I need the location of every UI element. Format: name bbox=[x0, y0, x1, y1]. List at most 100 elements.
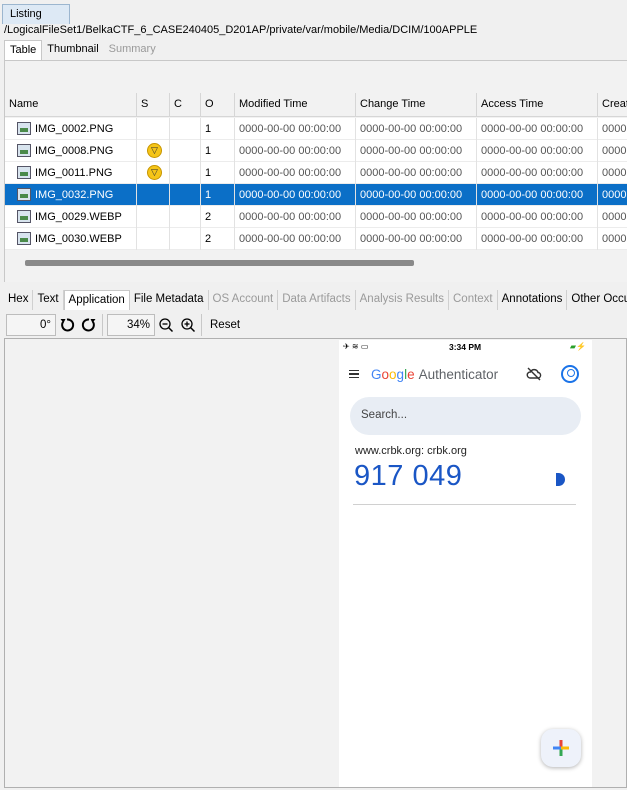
zoom-out-button[interactable] bbox=[155, 314, 177, 336]
cell-access: 0000-00-00 00:00:00 bbox=[477, 140, 598, 162]
view-tabs: Table Thumbnail Summary bbox=[4, 40, 161, 60]
image-file-icon bbox=[17, 122, 31, 135]
cell-s bbox=[137, 228, 170, 250]
image-viewer: ✈ ≋ ▭ 3:34 PM ▰⚡ Google Authenticator Sea… bbox=[4, 338, 627, 788]
cell-s bbox=[137, 184, 170, 206]
horizontal-scrollbar[interactable] bbox=[25, 260, 414, 266]
column-header-access-time[interactable]: Access Time bbox=[477, 93, 598, 117]
signal-wifi-icon: ✈ ≋ ▭ bbox=[343, 342, 369, 351]
zoom-in-button[interactable] bbox=[177, 314, 199, 336]
tab-summary: Summary bbox=[108, 43, 156, 55]
column-header-created[interactable]: Creat bbox=[598, 93, 627, 117]
cell-modified: 0000-00-00 00:00:00 bbox=[235, 184, 356, 206]
table-row-selected[interactable]: IMG_0032.PNG 1 0000-00-00 00:00:00 0000-… bbox=[5, 184, 627, 206]
tab-application[interactable]: Application bbox=[63, 290, 130, 310]
toolbar-divider bbox=[102, 314, 103, 336]
tab-file-metadata[interactable]: File Metadata bbox=[130, 290, 209, 310]
image-file-icon bbox=[17, 166, 31, 179]
image-file-icon bbox=[17, 232, 31, 245]
listing-tab[interactable]: Listing bbox=[2, 4, 70, 24]
cell-created: 0000- bbox=[602, 233, 627, 245]
zoom-out-icon bbox=[159, 318, 174, 333]
table-row[interactable]: IMG_0002.PNG 1 0000-00-00 00:00:00 0000-… bbox=[5, 118, 627, 140]
cell-name: IMG_0029.WEBP bbox=[5, 206, 137, 228]
account-icon bbox=[561, 365, 579, 383]
cell-s bbox=[137, 206, 170, 228]
rotate-left-button[interactable] bbox=[56, 314, 78, 336]
cell-modified: 0000-00-00 00:00:00 bbox=[235, 118, 356, 140]
cell-c bbox=[170, 184, 201, 206]
tab-annotations[interactable]: Annotations bbox=[498, 290, 568, 310]
cell-c bbox=[170, 162, 201, 184]
menu-icon bbox=[349, 370, 359, 378]
cell-created: 0000- bbox=[602, 167, 627, 179]
rotation-field[interactable]: 0° bbox=[6, 314, 56, 336]
column-header-name[interactable]: Name bbox=[5, 93, 137, 117]
cell-modified: 0000-00-00 00:00:00 bbox=[235, 228, 356, 250]
path-breadcrumb: /LogicalFileSet1/BelkaCTF_6_CASE240405_D… bbox=[4, 24, 478, 36]
image-toolbar: 0° 34% Reset bbox=[4, 312, 627, 338]
cell-name: IMG_0030.WEBP bbox=[5, 228, 137, 250]
cell-s: ▽ bbox=[137, 162, 170, 184]
zoom-in-icon bbox=[181, 318, 196, 333]
tab-table[interactable]: Table bbox=[4, 40, 43, 60]
tab-text[interactable]: Text bbox=[33, 290, 64, 310]
cell-created: 0000- bbox=[602, 123, 627, 135]
cell-name: IMG_0008.PNG bbox=[5, 140, 137, 162]
phone-screenshot: ✈ ≋ ▭ 3:34 PM ▰⚡ Google Authenticator Sea… bbox=[339, 340, 592, 787]
toolbar-divider bbox=[201, 314, 202, 336]
rotate-right-button[interactable] bbox=[78, 314, 100, 336]
tag-icon: ▽ bbox=[147, 165, 162, 180]
list-divider bbox=[353, 504, 576, 505]
tab-other-occurrences[interactable]: Other Occurr bbox=[567, 290, 627, 310]
otp-code: 917 049 bbox=[354, 460, 463, 492]
status-bar: ✈ ≋ ▭ 3:34 PM ▰⚡ bbox=[339, 341, 592, 353]
table-row[interactable]: IMG_0029.WEBP 2 0000-00-00 00:00:00 0000… bbox=[5, 206, 627, 228]
cell-s: ▽ bbox=[137, 140, 170, 162]
cell-c bbox=[170, 206, 201, 228]
cell-access: 0000-00-00 00:00:00 bbox=[477, 184, 598, 206]
column-header-modified-time[interactable]: Modified Time bbox=[235, 93, 356, 117]
cell-created: 0000- bbox=[602, 189, 627, 201]
reset-button[interactable]: Reset bbox=[204, 319, 246, 331]
timer-icon bbox=[556, 473, 565, 486]
tab-os-account: OS Account bbox=[209, 290, 279, 310]
app-title: Google Authenticator bbox=[371, 367, 499, 382]
rotate-left-icon bbox=[60, 318, 75, 332]
column-header-c[interactable]: C bbox=[170, 93, 201, 117]
cell-access: 0000-00-00 00:00:00 bbox=[477, 162, 598, 184]
zoom-field[interactable]: 34% bbox=[107, 314, 155, 336]
plus-icon bbox=[553, 740, 569, 756]
cell-change: 0000-00-00 00:00:00 bbox=[356, 206, 477, 228]
cell-change: 0000-00-00 00:00:00 bbox=[356, 118, 477, 140]
cell-name: IMG_0032.PNG bbox=[5, 184, 137, 206]
cell-created: 0000- bbox=[602, 145, 627, 157]
cell-access: 0000-00-00 00:00:00 bbox=[477, 206, 598, 228]
account-label: www.crbk.org: crbk.org bbox=[355, 445, 467, 457]
battery-icon: ▰⚡ bbox=[569, 342, 586, 351]
cell-o: 1 bbox=[201, 162, 235, 184]
tab-analysis-results: Analysis Results bbox=[356, 290, 449, 310]
cell-o: 2 bbox=[201, 228, 235, 250]
cell-c bbox=[170, 118, 201, 140]
column-header-s[interactable]: S bbox=[137, 93, 170, 117]
cell-s bbox=[137, 118, 170, 140]
cell-c bbox=[170, 228, 201, 250]
column-header-change-time[interactable]: Change Time bbox=[356, 93, 477, 117]
column-header-o[interactable]: O bbox=[201, 93, 235, 117]
cell-modified: 0000-00-00 00:00:00 bbox=[235, 206, 356, 228]
tab-thumbnail[interactable]: Thumbnail bbox=[42, 40, 103, 60]
tab-hex[interactable]: Hex bbox=[4, 290, 34, 310]
image-file-icon bbox=[17, 188, 31, 201]
table-row[interactable]: IMG_0011.PNG ▽ 1 0000-00-00 00:00:00 000… bbox=[5, 162, 627, 184]
cell-o: 1 bbox=[201, 184, 235, 206]
cell-modified: 0000-00-00 00:00:00 bbox=[235, 162, 356, 184]
table-row[interactable]: IMG_0030.WEBP 2 0000-00-00 00:00:00 0000… bbox=[5, 228, 627, 250]
tab-data-artifacts: Data Artifacts bbox=[278, 290, 356, 310]
cell-name: IMG_0002.PNG bbox=[5, 118, 137, 140]
cell-change: 0000-00-00 00:00:00 bbox=[356, 184, 477, 206]
table-row[interactable]: IMG_0008.PNG ▽ 1 0000-00-00 00:00:00 000… bbox=[5, 140, 627, 162]
cell-o: 1 bbox=[201, 118, 235, 140]
search-field: Search... bbox=[350, 397, 581, 435]
cell-o: 1 bbox=[201, 140, 235, 162]
